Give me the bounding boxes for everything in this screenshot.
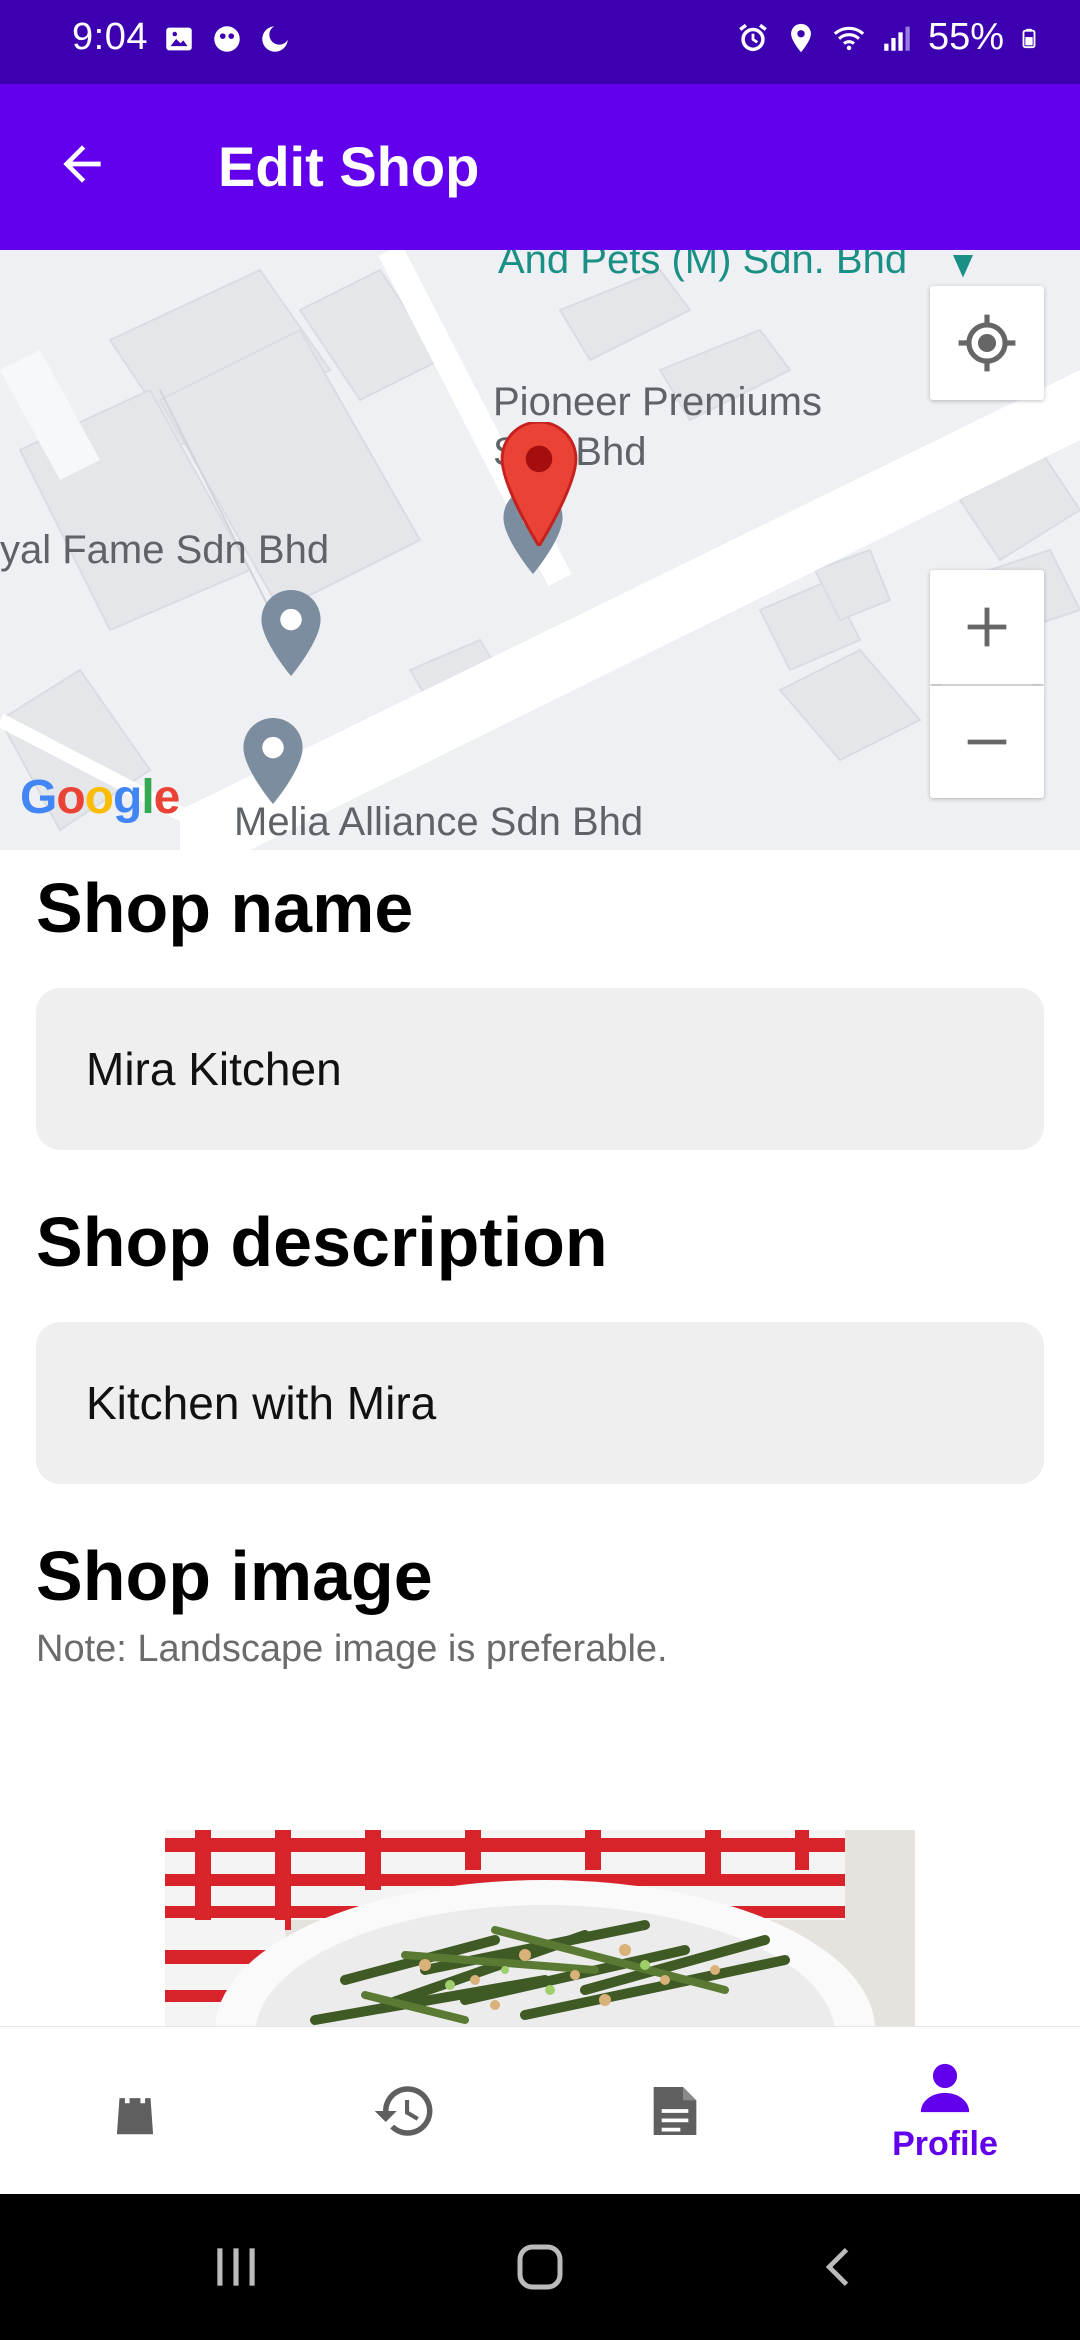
location-marker-icon[interactable] (500, 422, 578, 546)
status-time: 9:04 (72, 16, 148, 58)
back-button[interactable] (46, 128, 118, 200)
moon-icon (262, 24, 290, 52)
nav-label-profile: Profile (892, 2124, 998, 2163)
battery-percentage: 55% (927, 16, 1004, 58)
shop-description-input[interactable]: Kitchen with Mira (36, 1322, 1044, 1484)
poi-pin (243, 718, 303, 804)
alarm-icon (739, 23, 767, 51)
shop-description-label: Shop description (36, 1203, 608, 1281)
notification-icon (214, 26, 240, 52)
back-icon (825, 2247, 849, 2287)
nav-item-documents[interactable] (540, 2027, 810, 2195)
google-logo: Google (20, 771, 180, 824)
recents-button[interactable] (196, 2234, 276, 2300)
nav-item-shop[interactable] (0, 2027, 270, 2195)
gallery-icon (166, 27, 192, 51)
app-bar: Edit Shop (0, 84, 1080, 250)
page-title: Edit Shop (218, 135, 480, 198)
arrow-back-icon (63, 145, 101, 183)
map-label-bottom: Melia Alliance Sdn Bhd (234, 800, 644, 844)
zoom-out-icon (967, 739, 1007, 745)
status-right-icons: 55% (736, 16, 1040, 59)
bottom-navigation: Profile (0, 2026, 1080, 2194)
nav-item-history[interactable] (270, 2027, 540, 2195)
shop-image[interactable] (165, 1830, 915, 2026)
wifi-icon (833, 26, 865, 50)
system-navigation-bar (0, 2194, 1080, 2340)
shop-image-label: Shop image (36, 1537, 433, 1615)
shopping-bag-icon (116, 2085, 154, 2135)
map-label-royal: yal Fame Sdn Bhd (0, 528, 330, 572)
battery-icon (1022, 28, 1036, 48)
poi-marker-teal (953, 255, 973, 278)
history-icon (374, 2086, 433, 2136)
zoom-in-button[interactable] (930, 570, 1044, 684)
shop-image-note: Note: Landscape image is preferable. (36, 1628, 668, 1670)
recents-icon (217, 2248, 255, 2286)
map-view[interactable]: And Pets (M) Sdn. Bhd Pioneer Premiums S… (0, 250, 1080, 850)
shop-name-input[interactable]: Mira Kitchen (36, 988, 1044, 1150)
map-label-top: And Pets (M) Sdn. Bhd (498, 250, 908, 282)
my-location-button[interactable] (930, 286, 1044, 400)
shop-name-label: Shop name (36, 869, 414, 947)
signal-icon (884, 26, 910, 51)
system-back-button[interactable] (800, 2234, 880, 2300)
my-location-icon (958, 314, 1016, 372)
profile-icon (920, 2063, 970, 2112)
zoom-in-icon (967, 607, 1007, 647)
shop-image-photo (165, 1830, 915, 2026)
home-button[interactable] (500, 2234, 580, 2300)
poi-pin (261, 590, 321, 676)
status-left-icons (162, 22, 292, 56)
nav-item-profile[interactable]: Profile (810, 2027, 1080, 2195)
home-icon (517, 2244, 563, 2290)
zoom-out-button[interactable] (930, 686, 1044, 798)
document-icon (653, 2087, 697, 2135)
location-icon (791, 23, 811, 52)
status-bar: 9:04 55% (0, 0, 1080, 84)
map-label-pioneer: Pioneer Premiums (493, 380, 823, 424)
